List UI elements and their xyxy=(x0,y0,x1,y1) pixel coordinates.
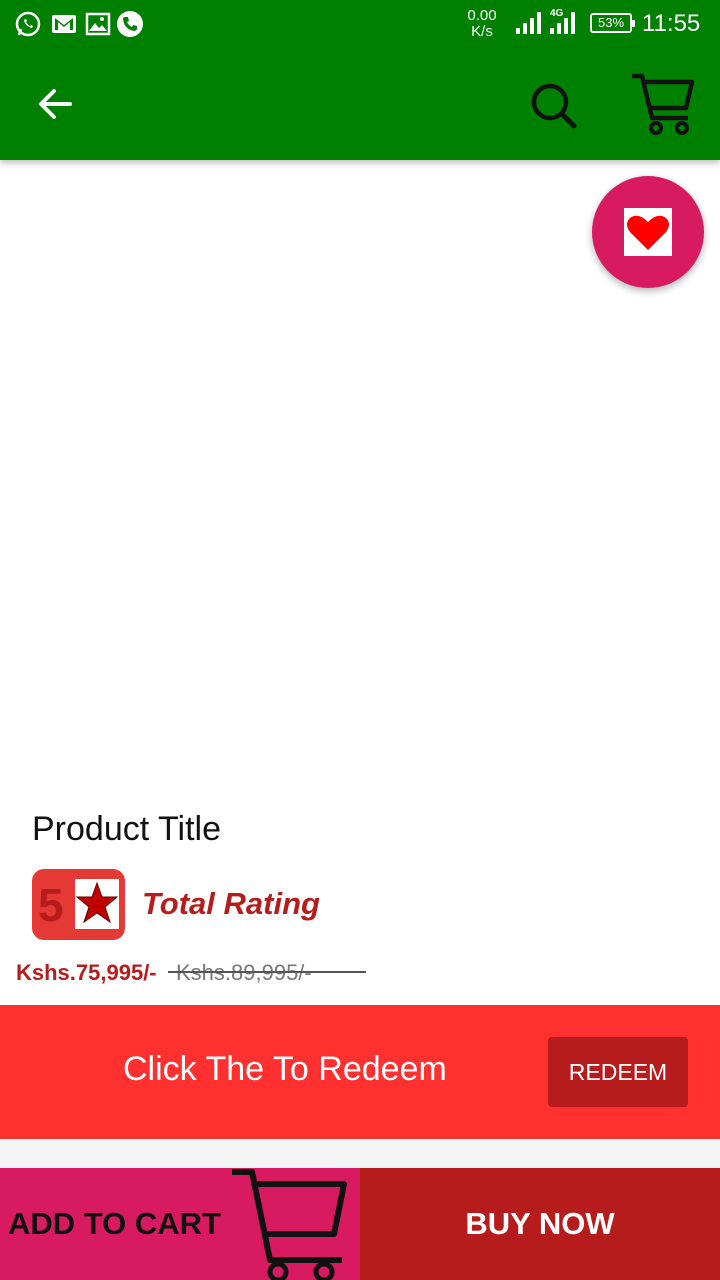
redeem-banner: Click The To Redeem REDEEM xyxy=(0,1005,720,1139)
add-to-cart-button[interactable]: ADD TO CART xyxy=(0,1168,360,1280)
rating-badge: 5 xyxy=(32,869,125,940)
status-bar: 0.00 K/s 4G 53% 11:55 xyxy=(0,0,720,48)
redeem-button[interactable]: REDEEM xyxy=(548,1037,688,1107)
whatsapp-icon xyxy=(15,11,41,37)
back-arrow-icon[interactable] xyxy=(28,76,84,132)
cart-icon xyxy=(232,1169,347,1280)
price-old: Kshs.89,995/- xyxy=(176,960,312,985)
price-current: Kshs.75,995/- xyxy=(16,960,157,985)
redeem-text: Click The To Redeem xyxy=(123,1050,447,1088)
buy-now-label: BUY NOW xyxy=(465,1206,615,1241)
cart-icon[interactable] xyxy=(628,68,698,140)
app-bar xyxy=(0,48,720,160)
heart-icon xyxy=(624,208,672,256)
favorite-button[interactable] xyxy=(592,176,704,288)
phone-icon xyxy=(117,11,143,37)
buy-now-button[interactable]: BUY NOW xyxy=(360,1168,720,1280)
rating-value: 5 xyxy=(38,879,64,931)
signal-4g-icon xyxy=(550,12,575,34)
add-to-cart-label: ADD TO CART xyxy=(8,1206,221,1241)
search-icon[interactable] xyxy=(524,76,584,136)
clock: 11:55 xyxy=(642,10,701,37)
divider xyxy=(0,1139,720,1168)
battery-icon: 53% xyxy=(590,13,635,33)
gmail-icon xyxy=(52,15,76,33)
gallery-icon xyxy=(85,12,111,36)
rating-label: Total Rating xyxy=(142,886,320,921)
star-icon xyxy=(75,879,119,929)
price-strike-line xyxy=(168,971,366,973)
signal-icon xyxy=(516,12,541,34)
network-speed: 0.00 K/s xyxy=(467,7,497,40)
product-title: Product Title xyxy=(32,810,221,848)
